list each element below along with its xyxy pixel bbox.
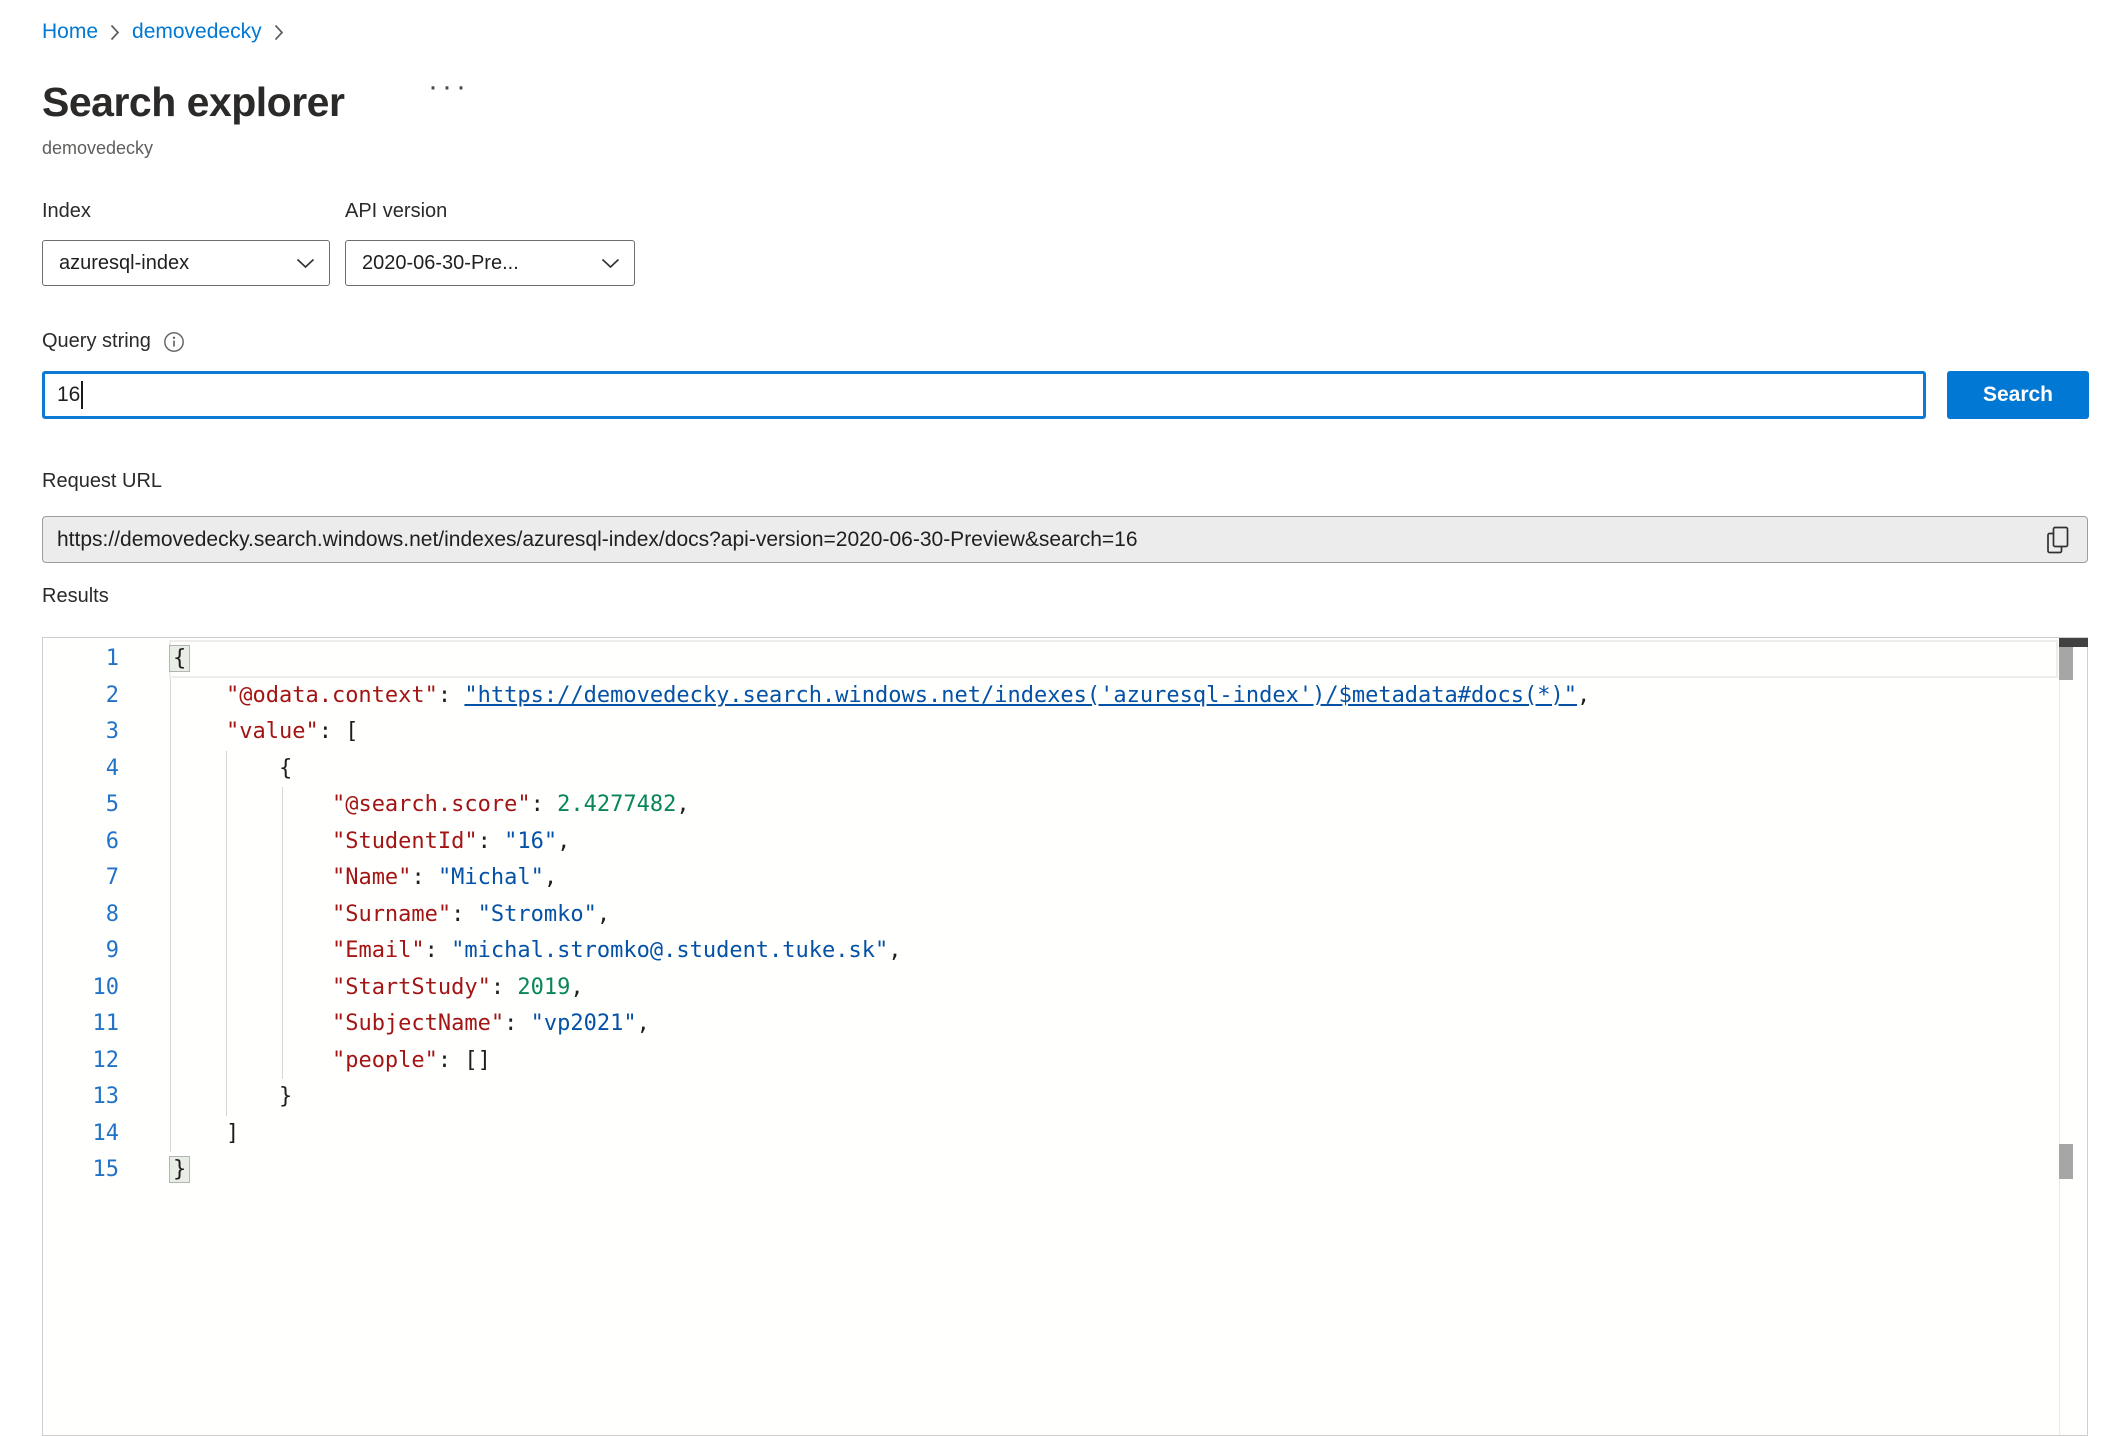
indent-guide — [226, 824, 227, 861]
indent-guide — [282, 1043, 283, 1080]
indent-guide — [282, 970, 283, 1007]
indent-guide — [226, 897, 227, 934]
line-number: 2 — [43, 678, 169, 715]
copy-button[interactable] — [2039, 521, 2077, 559]
line-number: 9 — [43, 933, 169, 970]
indent-guide — [170, 970, 171, 1007]
indent-guide — [170, 933, 171, 970]
indent-guide — [170, 897, 171, 934]
code-line: { — [169, 641, 2057, 678]
line-number: 5 — [43, 787, 169, 824]
code-line: "value": [ — [169, 714, 2057, 751]
copy-icon — [2045, 525, 2071, 555]
api-version-dropdown-value: 2020-06-30-Pre... — [362, 252, 519, 275]
indent-guide — [226, 1006, 227, 1043]
indent-guide — [170, 751, 171, 788]
line-number: 11 — [43, 1006, 169, 1043]
line-number: 1 — [43, 641, 169, 678]
indent-guide — [282, 1006, 283, 1043]
index-dropdown[interactable]: azuresql-index — [42, 240, 330, 286]
indent-guide — [282, 824, 283, 861]
code-line: { — [169, 751, 2057, 788]
code-line: "SubjectName": "vp2021", — [169, 1006, 2057, 1043]
breadcrumb-link-demovedecky[interactable]: demovedecky — [132, 20, 262, 44]
info-icon[interactable] — [163, 331, 185, 353]
chevron-right-icon — [110, 24, 120, 41]
code-line: ] — [169, 1116, 2057, 1153]
indent-guide — [170, 1079, 171, 1116]
scrollbar-thumb[interactable] — [2059, 647, 2073, 680]
code-line: "people": [] — [169, 1043, 2057, 1080]
results-editor-gutter: 123456789101112131415 — [43, 641, 169, 1189]
scrollbar-track — [2059, 638, 2060, 1435]
chevron-down-icon — [296, 258, 315, 269]
results-editor-lines: { "@odata.context": "https://demovedecky… — [169, 641, 2057, 1189]
code-line: "Surname": "Stromko", — [169, 897, 2057, 934]
line-number: 10 — [43, 970, 169, 1007]
indent-guide — [282, 897, 283, 934]
indent-guide — [170, 1006, 171, 1043]
code-line: "@odata.context": "https://demovedecky.s… — [169, 678, 2057, 715]
indent-guide — [170, 678, 171, 715]
indent-guide — [282, 860, 283, 897]
results-label: Results — [42, 585, 109, 608]
index-dropdown-value: azuresql-index — [59, 252, 189, 275]
query-string-input[interactable] — [42, 371, 1926, 419]
search-button[interactable]: Search — [1947, 371, 2089, 419]
indent-guide — [170, 1043, 171, 1080]
breadcrumb-link-home[interactable]: Home — [42, 20, 98, 44]
indent-guide — [170, 860, 171, 897]
line-number: 4 — [43, 751, 169, 788]
indent-guide — [170, 1116, 171, 1153]
overview-ruler-bracket-marker — [2059, 1144, 2073, 1179]
indent-guide — [282, 933, 283, 970]
more-options-button[interactable]: ··· — [428, 72, 470, 102]
line-number: 13 — [43, 1079, 169, 1116]
code-line: "@search.score": 2.4277482, — [169, 787, 2057, 824]
request-url-label: Request URL — [42, 470, 162, 493]
breadcrumb: Home demovedecky — [42, 20, 284, 44]
indent-guide — [282, 787, 283, 824]
text-cursor — [81, 381, 83, 409]
code-line: } — [169, 1079, 2057, 1116]
line-number: 15 — [43, 1152, 169, 1189]
line-number: 14 — [43, 1116, 169, 1153]
request-url-field[interactable]: https://demovedecky.search.windows.net/i… — [42, 516, 2088, 563]
request-url-value: https://demovedecky.search.windows.net/i… — [57, 528, 2039, 552]
line-number: 7 — [43, 860, 169, 897]
code-line: "StartStudy": 2019, — [169, 970, 2057, 1007]
indent-guide — [170, 714, 171, 751]
chevron-right-icon — [274, 24, 284, 41]
code-line: } — [169, 1152, 2057, 1189]
indent-guide — [226, 1043, 227, 1080]
indent-guide — [226, 787, 227, 824]
code-line: "Name": "Michal", — [169, 860, 2057, 897]
chevron-down-icon — [601, 258, 620, 269]
api-version-dropdown[interactable]: 2020-06-30-Pre... — [345, 240, 635, 286]
code-line: "StudentId": "16", — [169, 824, 2057, 861]
indent-guide — [226, 751, 227, 788]
query-string-label: Query string — [42, 330, 151, 353]
indent-guide — [226, 1079, 227, 1116]
indent-guide — [226, 860, 227, 897]
indent-guide — [226, 970, 227, 1007]
line-number: 3 — [43, 714, 169, 751]
page-subtitle: demovedecky — [42, 138, 153, 159]
line-number: 12 — [43, 1043, 169, 1080]
line-number: 8 — [43, 897, 169, 934]
api-version-label: API version — [345, 200, 447, 223]
line-number: 6 — [43, 824, 169, 861]
index-label: Index — [42, 200, 91, 223]
page-title: Search explorer — [42, 79, 344, 126]
code-line: "Email": "michal.stromko@.student.tuke.s… — [169, 933, 2057, 970]
indent-guide — [226, 933, 227, 970]
indent-guide — [170, 824, 171, 861]
overview-ruler-cursor-marker — [2059, 638, 2088, 647]
indent-guide — [170, 787, 171, 824]
results-editor[interactable]: 123456789101112131415 { "@odata.context"… — [42, 637, 2088, 1436]
